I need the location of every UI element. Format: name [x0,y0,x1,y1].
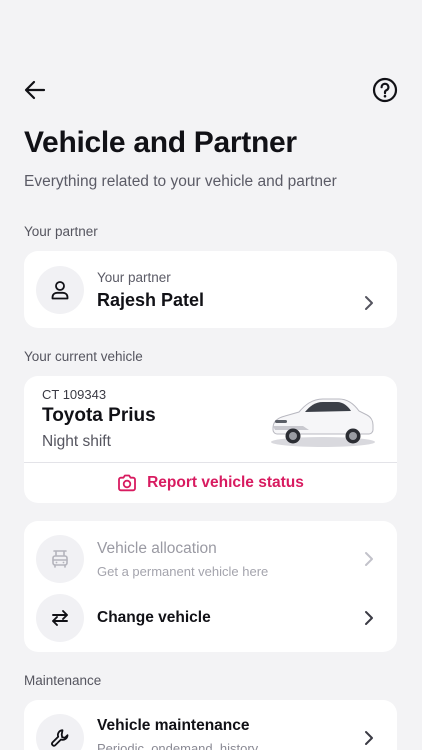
vehicle-plate: CT 109343 [42,387,107,402]
top-bar [24,74,398,106]
vehicle-maintenance-title: Vehicle maintenance [97,717,250,734]
chevron-right-icon [365,552,373,566]
vehicle-maintenance-icon-wrap [36,714,84,750]
person-icon [51,281,69,300]
vehicle-maintenance-subtitle: Periodic, ondemand, history [97,741,259,750]
wrench-icon [51,729,69,747]
partner-name: Rajesh Patel [97,290,205,310]
chevron-right-icon [365,611,373,625]
partner-section-label: Your partner [24,224,98,239]
change-vehicle-icon-wrap [36,594,84,642]
car-image [271,398,375,447]
page-title: Vehicle and Partner [24,126,297,159]
car-seat-icon [52,550,68,568]
page-subtitle: Everything related to your vehicle and p… [24,173,337,190]
partner-avatar [36,266,84,314]
report-vehicle-status-button[interactable]: Report vehicle status [24,463,397,503]
partner-card[interactable]: Your partner Rajesh Patel [24,251,397,328]
maintenance-section-label: Maintenance [24,673,102,688]
vehicle-section-label: Your current vehicle [24,349,143,364]
chevron-right-icon [365,731,373,745]
current-vehicle-card: CT 109343 Toyota Prius Night shift Repor… [24,376,397,503]
back-button[interactable] [24,76,52,104]
chevron-right-icon [365,296,373,310]
change-vehicle-title: Change vehicle [97,609,211,626]
vehicle-allocation-icon-wrap [36,535,84,583]
vehicle-actions-card: Vehicle allocation Get a permanent vehic… [24,521,397,652]
vehicle-shift: Night shift [42,433,111,450]
question-circle-icon [372,77,398,103]
vehicle-allocation-title: Vehicle allocation [97,540,217,557]
help-button[interactable] [372,77,398,103]
report-vehicle-status-label: Report vehicle status [147,474,304,491]
swap-arrows-icon [52,610,68,626]
vehicle-model: Toyota Prius [42,405,156,426]
camera-icon [118,474,137,492]
partner-caption: Your partner [97,270,171,285]
arrow-left-icon [24,80,46,100]
vehicle-maintenance-card[interactable]: Vehicle maintenance Periodic, ondemand, … [24,700,397,750]
vehicle-allocation-subtitle: Get a permanent vehicle here [97,564,269,579]
